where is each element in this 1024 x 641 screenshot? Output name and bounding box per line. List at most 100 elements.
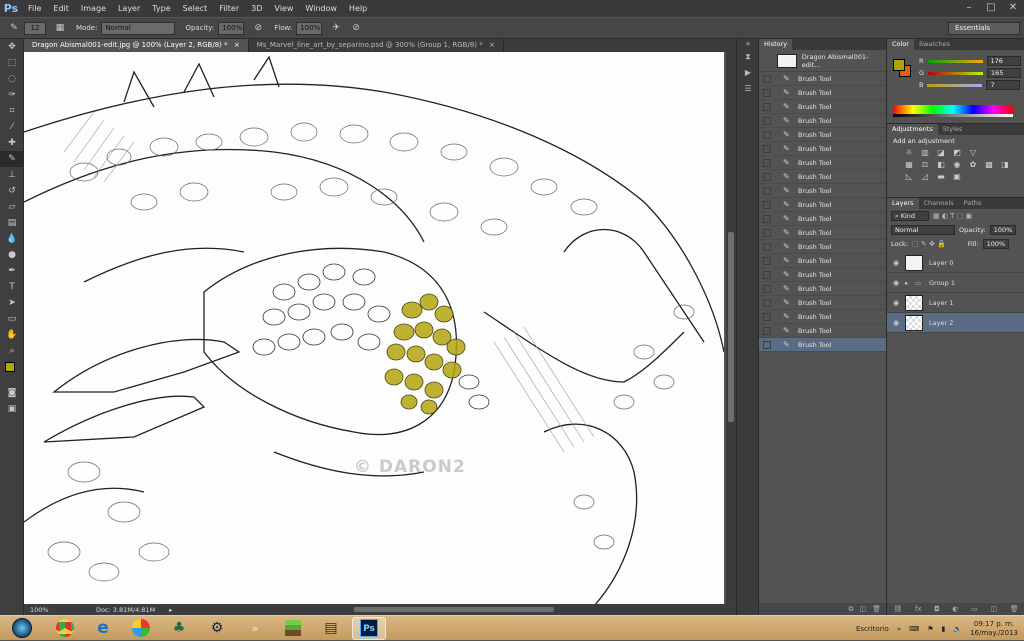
history-item[interactable]: ✎ Brush Tool [759,198,886,212]
history-item[interactable]: ✎ Brush Tool [759,100,886,114]
brush-preset-icon[interactable]: ✎ [7,21,21,35]
menu-window[interactable]: Window [299,0,343,17]
chrome-icon[interactable] [48,617,82,640]
lock-icons[interactable]: ⬚ ✎ ✥ 🔒 [912,240,946,248]
history-source-checkbox[interactable] [763,214,771,223]
layer-opacity-field[interactable]: 100% [989,225,1016,235]
history-source-checkbox[interactable] [763,326,771,335]
quick-mask-icon[interactable]: ◙ [0,385,24,401]
vertical-scrollbar[interactable] [726,52,736,607]
tab-paths[interactable]: Paths [959,198,987,209]
delete-state-icon[interactable]: 🗑 [872,605,881,613]
tab-dragon-document[interactable]: Dragon Abismal001-edit.jpg @ 100% (Layer… [24,39,249,52]
layer-row-layer-2[interactable]: ◉ Layer 2 [887,313,1024,333]
history-source-checkbox[interactable] [763,158,771,167]
minecraft-icon[interactable] [276,617,310,640]
blue-value-field[interactable]: 7 [986,80,1021,90]
marquee-tool-icon[interactable]: ⬚ [0,55,24,71]
history-source-checkbox[interactable] [763,88,771,97]
menu-view[interactable]: View [268,0,299,17]
expand-group-icon[interactable]: ▸ [905,279,915,287]
menu-help[interactable]: Help [343,0,373,17]
maximize-button[interactable]: □ [980,0,1002,17]
healing-brush-tool-icon[interactable]: ✚ [0,135,24,151]
history-item[interactable]: ✎ Brush Tool [759,226,886,240]
menu-image[interactable]: Image [75,0,112,17]
menu-select[interactable]: Select [177,0,214,17]
visibility-eye-icon[interactable]: ◉ [887,319,905,327]
history-source-checkbox[interactable] [763,256,771,265]
curves-icon[interactable]: ◪ [935,148,947,158]
workspace-select[interactable]: Essentials [948,22,1020,35]
zoom-tool-icon[interactable]: ⌕ [0,343,24,359]
history-item[interactable]: ✎ Brush Tool [759,212,886,226]
tab-close-icon[interactable]: × [234,41,240,49]
history-item[interactable]: ✎ Brush Tool [759,268,886,282]
new-snapshot-icon[interactable]: ◫ [859,605,866,613]
history-item[interactable]: ✎ Brush Tool [759,114,886,128]
exposure-icon[interactable]: ◩ [951,148,963,158]
gradient-tool-icon[interactable]: ▤ [0,215,24,231]
fill-field[interactable]: 100% [982,239,1009,249]
history-source-checkbox[interactable] [763,172,771,181]
history-item[interactable]: ✎ Brush Tool [759,86,886,100]
horizontal-scroll-thumb[interactable] [354,607,554,612]
path-select-tool-icon[interactable]: ➤ [0,295,24,311]
history-source-checkbox[interactable] [763,298,771,307]
history-panel-icon[interactable]: ⧗ [737,49,759,65]
history-source-checkbox[interactable] [763,130,771,139]
shape-tool-icon[interactable]: ▭ [0,311,24,327]
tab-history[interactable]: History [759,39,793,50]
visibility-eye-icon[interactable]: ◉ [887,299,905,307]
history-brush-tool-icon[interactable]: ↺ [0,183,24,199]
red-slider[interactable] [927,59,983,63]
internet-explorer-icon[interactable]: e [86,617,120,640]
brightness-icon[interactable]: ☼ [903,148,915,158]
quick-select-tool-icon[interactable]: ✑ [0,87,24,103]
posterize-icon[interactable]: ◺ [903,172,915,182]
brush-panel-icon[interactable]: ▦ [53,21,67,35]
tab-color[interactable]: Color [887,39,914,50]
history-source-checkbox[interactable] [763,102,771,111]
minimize-button[interactable]: – [958,0,980,17]
visibility-eye-icon[interactable]: ◉ [887,259,905,267]
history-item[interactable]: ✎ Brush Tool [759,324,886,338]
dragon-line-art-canvas[interactable]: © DARON2 [24,52,724,606]
foreground-color-swatch[interactable] [5,362,15,372]
levels-icon[interactable]: ▥ [919,148,931,158]
clock[interactable]: 09:17 p. m. 16/may./2013 [970,620,1018,638]
menu-3d[interactable]: 3D [245,0,268,17]
visibility-eye-icon[interactable]: ◉ [887,279,905,287]
history-source-checkbox[interactable] [763,116,771,125]
history-item[interactable]: ✎ Brush Tool [759,338,886,352]
clone-stamp-tool-icon[interactable]: ⊥ [0,167,24,183]
menu-edit[interactable]: Edit [47,0,75,17]
app-icon-film[interactable]: ▤ [314,617,348,640]
eyedropper-tool-icon[interactable]: ⁄ [0,119,24,135]
hand-tool-icon[interactable]: ✋ [0,327,24,343]
keyboard-icon[interactable]: ⌨ [909,625,919,633]
doc-size[interactable]: Doc: 3.81M/4.81M [96,606,155,614]
tab-styles[interactable]: Styles [938,124,968,135]
history-snapshot[interactable]: Dragon Abismal001-edit... [759,50,886,72]
invert-icon[interactable]: ◨ [999,160,1011,170]
dodge-tool-icon[interactable]: ● [0,247,24,263]
volume-icon[interactable]: 🔈 [953,625,962,633]
color-swatches[interactable] [0,359,24,385]
tab-swatches[interactable]: Swatches [914,39,955,50]
gradient-map-icon[interactable]: ▬ [935,172,947,182]
app-icon-tree[interactable]: ♣ [162,617,196,640]
history-source-checkbox[interactable] [763,200,771,209]
layer-style-icon[interactable]: fx [915,605,922,613]
history-source-checkbox[interactable] [763,186,771,195]
airbrush-icon[interactable]: ✈ [329,21,343,35]
tray-expand-icon[interactable]: » [897,625,901,633]
pressure-size-icon[interactable]: ⊘ [349,21,363,35]
vertical-scroll-thumb[interactable] [728,232,734,422]
collapse-arrows-icon[interactable]: « [737,39,759,49]
flow-field[interactable]: 100% [296,21,323,35]
green-slider[interactable] [928,71,984,75]
new-layer-icon[interactable]: ◫ [990,605,997,613]
mode-select[interactable]: Normal [101,21,176,35]
flag-icon[interactable]: ⚑ [927,625,933,633]
